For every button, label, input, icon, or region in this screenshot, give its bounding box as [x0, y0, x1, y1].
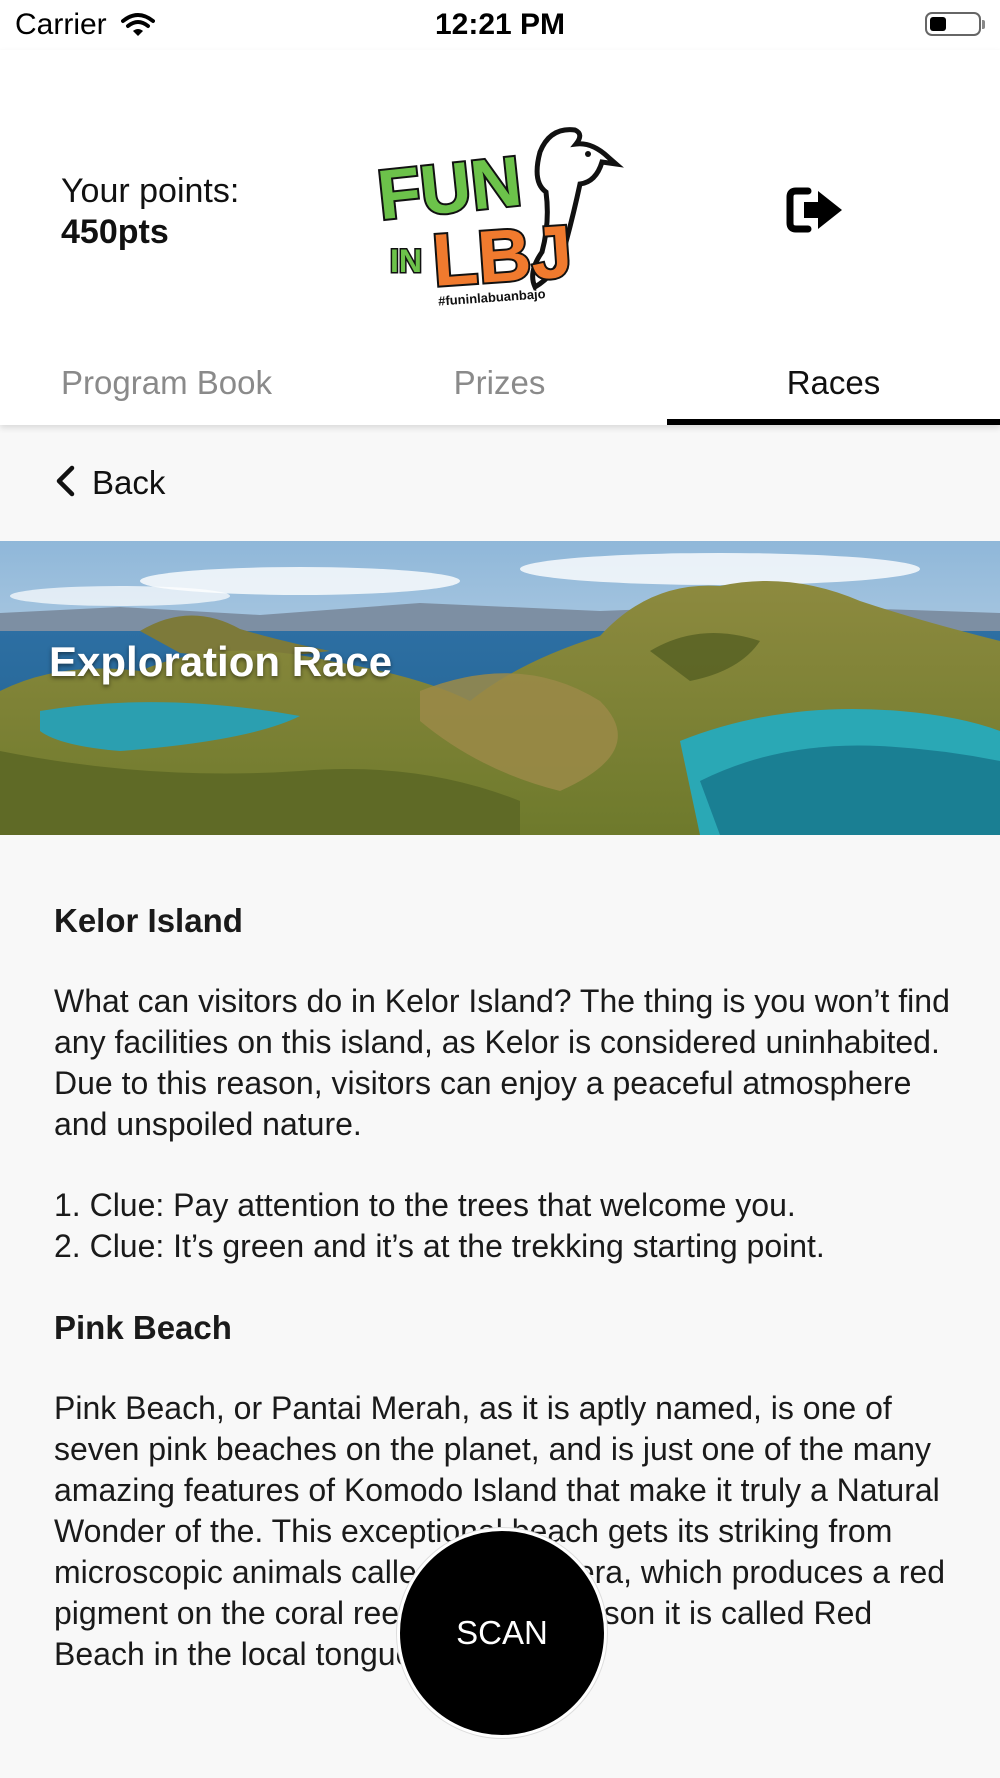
chevron-left-icon — [54, 464, 76, 503]
logout-icon[interactable] — [786, 185, 846, 240]
section-title: Pink Beach — [54, 1309, 232, 1346]
app-logo: FUN IN LBJ #funinlabuanbajo — [370, 122, 640, 312]
back-button[interactable]: Back — [54, 463, 165, 503]
back-row: Back — [0, 425, 1000, 540]
points-value: 450pts — [61, 213, 169, 251]
logo-text-lbj: LBJ — [430, 209, 575, 302]
banner-landscape-image — [0, 541, 1000, 835]
clue-item: 2. Clue: It’s green and it’s at the trek… — [54, 1228, 825, 1264]
section-description: What can visitors do in Kelor Island? Th… — [54, 983, 950, 1142]
clue-item: 1. Clue: Pay attention to the trees that… — [54, 1187, 796, 1223]
battery-icon — [925, 12, 985, 36]
tab-races[interactable]: Races — [667, 340, 1000, 425]
scan-button[interactable]: SCAN — [397, 1528, 607, 1738]
tab-bar: Program Book Prizes Races — [0, 340, 1000, 425]
tab-program-book[interactable]: Program Book — [0, 340, 333, 425]
logo-text-in: IN — [390, 243, 422, 279]
section-kelor-island: Kelor Island What can visitors do in Kel… — [54, 900, 954, 1267]
active-tab-indicator — [667, 419, 1000, 425]
clue-list: 1. Clue: Pay attention to the trees that… — [54, 1185, 954, 1267]
battery-fill — [930, 17, 946, 31]
banner-title: Exploration Race — [49, 638, 393, 685]
tab-prizes[interactable]: Prizes — [333, 340, 666, 425]
app-header: Your points: 450pts FUN IN LBJ #funinlab… — [0, 50, 1000, 425]
back-label: Back — [92, 464, 166, 501]
points-label: Your points: — [61, 172, 240, 210]
status-time: 12:21 PM — [434, 8, 566, 41]
race-banner: Exploration Race — [0, 541, 1000, 835]
section-title: Kelor Island — [54, 902, 243, 939]
status-bar: Carrier 12:21 PM — [0, 0, 1000, 50]
